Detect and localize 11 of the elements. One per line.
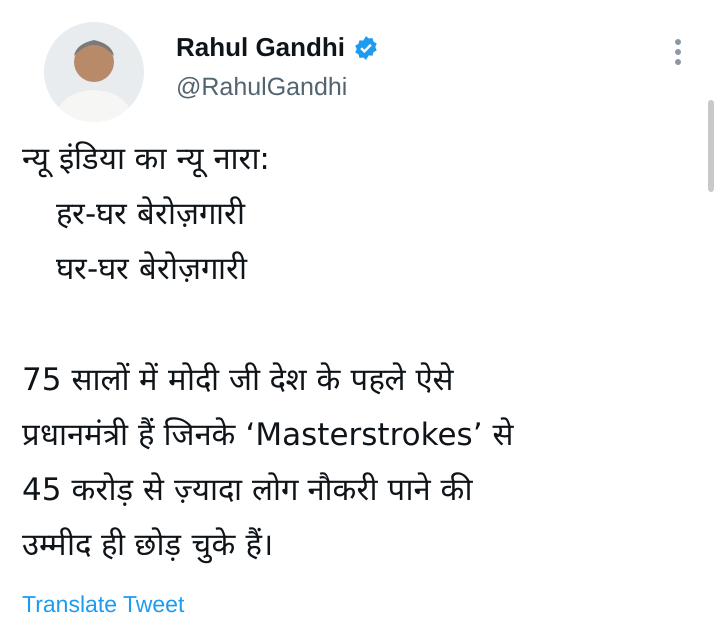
tweet-text-line: 75 सालों में मोदी जी देश के पहले ऐसे <box>22 361 454 400</box>
tweet-text-line: न्यू इंडिया का न्यू नारा: <box>22 140 270 180</box>
more-icon[interactable] <box>674 38 682 66</box>
tweet-text-line: प्रधानमंत्री हैं जिनके ‘Masterstrokes’ से <box>22 416 514 455</box>
tweet-text-line: 45 करोड़ से ज़्यादा लोग नौकरी पाने की <box>22 471 472 510</box>
tweet-text-line: घर-घर बेरोज़गारी <box>55 250 248 289</box>
author-name[interactable]: Rahul Gandhi <box>176 32 345 63</box>
scrollbar[interactable] <box>708 100 714 192</box>
tweet-text-line: हर-घर बेरोज़गारी <box>55 195 246 234</box>
author-handle[interactable]: @RahulGandhi <box>176 73 379 102</box>
tweet-text-line: उम्मीद ही छोड़ चुके हैं। <box>22 526 274 566</box>
